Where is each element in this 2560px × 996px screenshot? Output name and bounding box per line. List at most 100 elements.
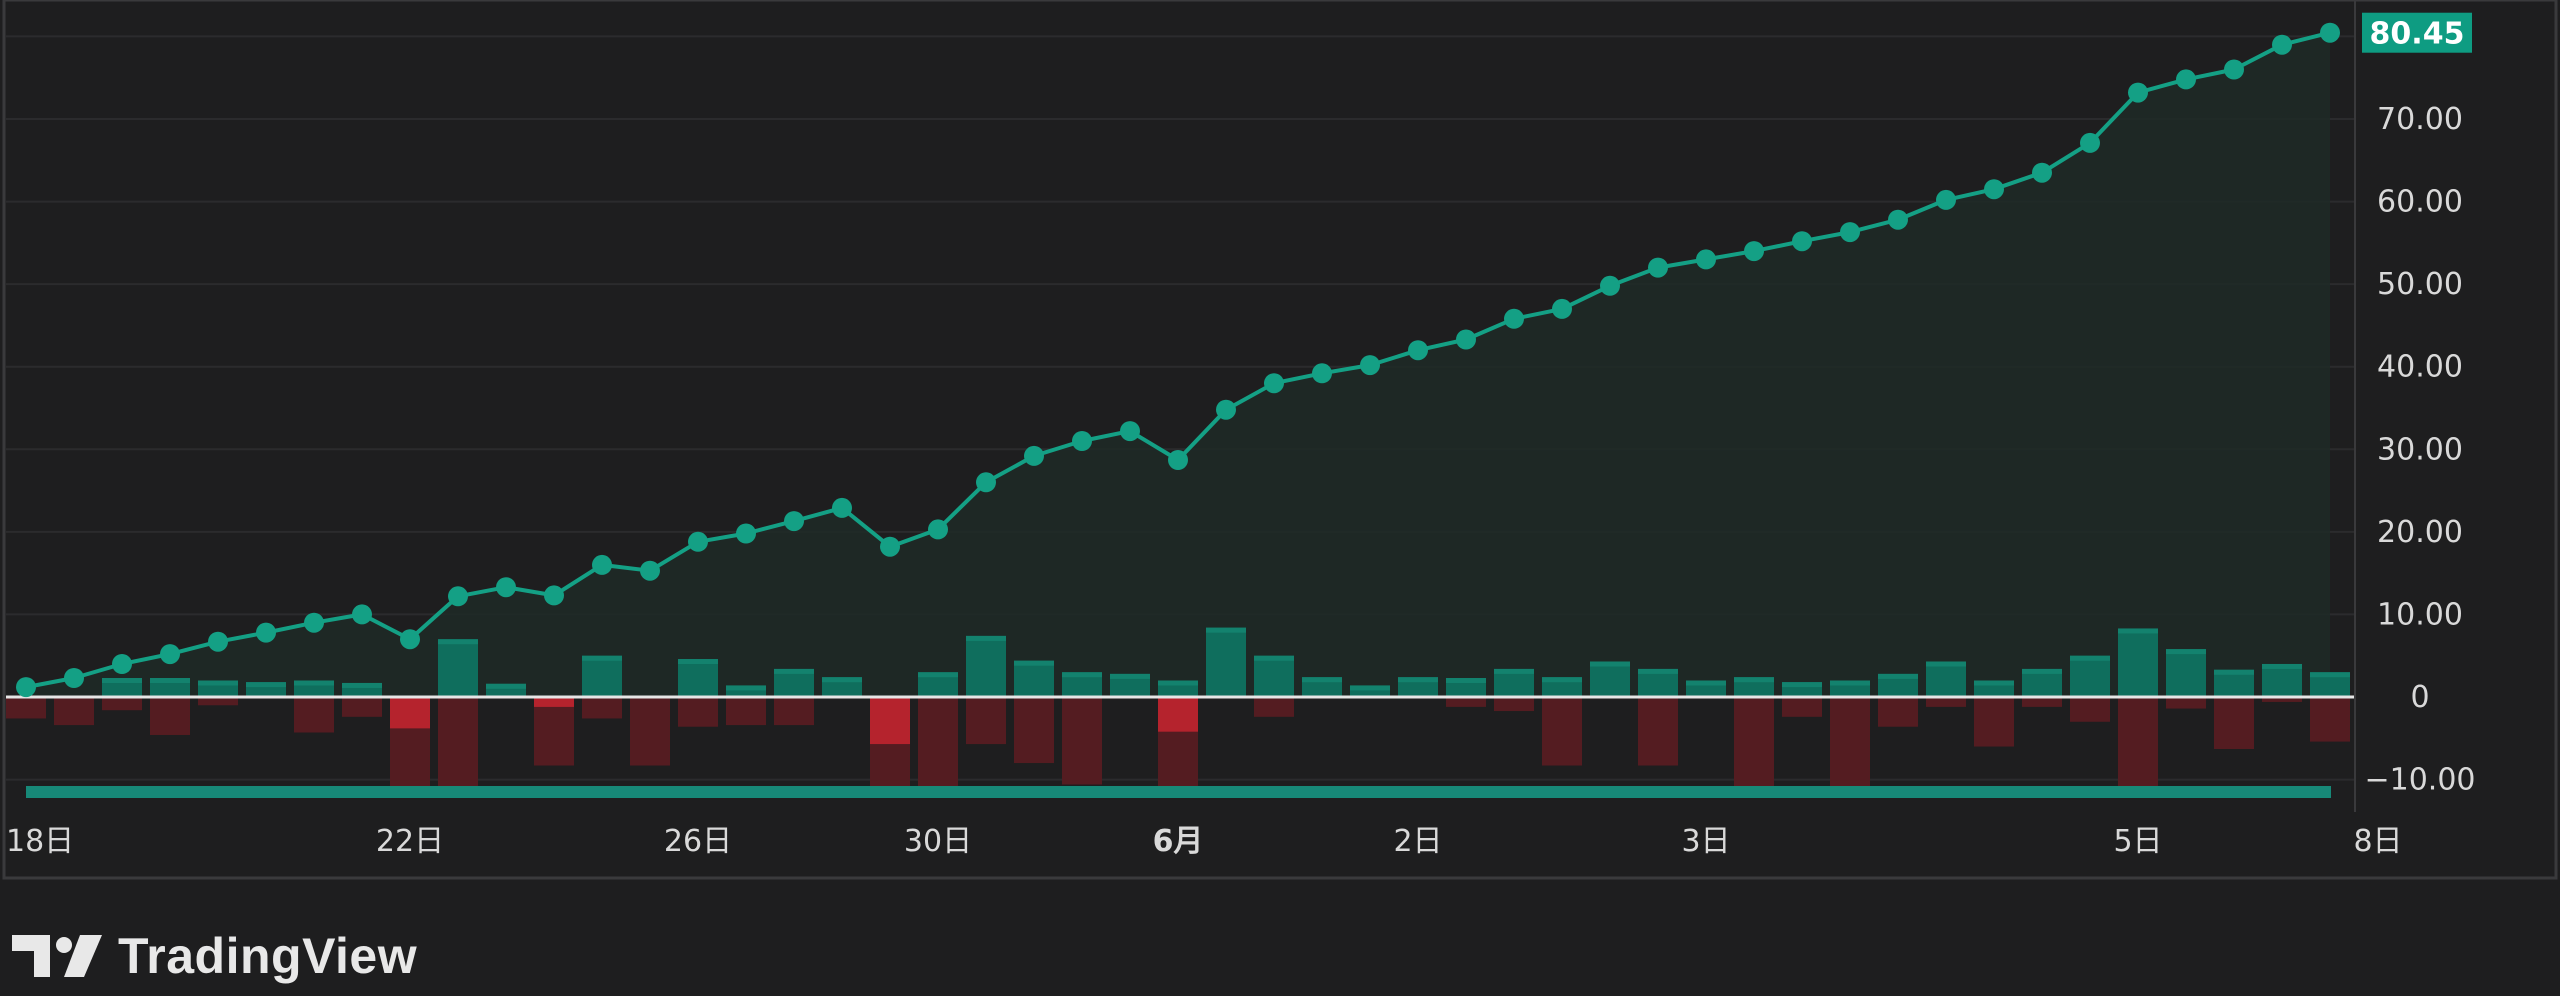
bar-positive bbox=[2118, 628, 2158, 697]
line-point bbox=[1168, 450, 1188, 470]
line-point bbox=[256, 622, 276, 643]
line-point bbox=[2320, 22, 2340, 43]
bar-positive bbox=[1014, 660, 1054, 697]
bar-positive-cap bbox=[438, 639, 478, 645]
bar-positive-cap bbox=[2214, 669, 2254, 675]
y-tick-label: −10.00 bbox=[2364, 763, 2475, 798]
bar-negative bbox=[582, 697, 622, 719]
bar-negative bbox=[1014, 697, 1054, 764]
line-point bbox=[352, 604, 372, 625]
y-tick-label: 0 bbox=[2410, 680, 2429, 715]
bar-negative bbox=[726, 697, 766, 726]
line-point bbox=[400, 629, 420, 650]
line-point bbox=[2080, 132, 2100, 153]
x-tick-label: 22日 bbox=[376, 824, 444, 859]
brand-name: TradingView bbox=[118, 928, 418, 984]
bar-positive bbox=[582, 655, 622, 697]
tradingview-logo-icon bbox=[12, 935, 102, 977]
x-tick-label: 26日 bbox=[664, 824, 732, 859]
bar-positive-cap bbox=[1542, 677, 1582, 683]
bar-negative bbox=[918, 697, 958, 797]
line-point bbox=[592, 554, 612, 575]
bar-positive-cap bbox=[1494, 668, 1534, 674]
last-value-badge: 80.45 bbox=[2362, 12, 2472, 53]
bar-positive bbox=[678, 659, 718, 697]
line-point bbox=[2224, 59, 2244, 80]
line-point bbox=[1360, 355, 1380, 376]
x-tick-label: 2日 bbox=[1393, 824, 1442, 859]
bar-positive-cap bbox=[1830, 680, 1870, 686]
line-point bbox=[1456, 329, 1476, 350]
bar-negative bbox=[1830, 697, 1870, 797]
bar-negative bbox=[534, 697, 574, 766]
line-point bbox=[112, 654, 132, 674]
bar-positive-cap bbox=[822, 677, 862, 683]
y-tick-label: 40.00 bbox=[2377, 350, 2463, 385]
y-tick-label: 50.00 bbox=[2377, 267, 2463, 302]
bar-negative bbox=[2070, 697, 2110, 722]
line-point bbox=[1936, 189, 1956, 210]
line-point bbox=[496, 577, 516, 598]
bar-positive-cap bbox=[1686, 680, 1726, 686]
line-point bbox=[1648, 257, 1668, 278]
bar-negative bbox=[2310, 697, 2350, 742]
bar-negative bbox=[2118, 697, 2158, 797]
line-point bbox=[880, 536, 900, 557]
bar-negative bbox=[774, 697, 814, 726]
line-point bbox=[2032, 162, 2052, 183]
tradingview-logo[interactable]: TradingView bbox=[12, 928, 417, 984]
bar-negative bbox=[2166, 697, 2206, 709]
bar-positive-cap bbox=[918, 672, 958, 678]
line-point bbox=[16, 677, 36, 698]
bar-positive-cap bbox=[1590, 661, 1630, 667]
bar-negative bbox=[1254, 697, 1294, 717]
bar-negative bbox=[1974, 697, 2014, 747]
line-point bbox=[832, 497, 852, 518]
bar-negative bbox=[1062, 697, 1102, 785]
y-tick-label: 10.00 bbox=[2377, 597, 2463, 632]
line-point bbox=[784, 511, 804, 532]
bar-positive-cap bbox=[1254, 655, 1294, 661]
bar-positive-cap bbox=[342, 682, 382, 688]
bar-positive-cap bbox=[726, 685, 766, 691]
x-tick-label: 8日 bbox=[2353, 824, 2402, 859]
bar-positive-cap bbox=[1302, 677, 1342, 683]
line-point bbox=[1312, 363, 1332, 384]
bar-positive-cap bbox=[1926, 661, 1966, 667]
bar-negative bbox=[1878, 697, 1918, 727]
line-point bbox=[1744, 241, 1764, 262]
bar-positive-cap bbox=[1206, 627, 1246, 633]
line-point bbox=[1888, 209, 1908, 230]
line-point bbox=[304, 612, 324, 633]
bar-positive-cap bbox=[1014, 660, 1054, 666]
x-tick-label: 18日 bbox=[6, 824, 74, 859]
line-point bbox=[736, 523, 756, 544]
line-point bbox=[1264, 373, 1284, 394]
y-tick-label: 60.00 bbox=[2377, 185, 2463, 220]
bar-positive-cap bbox=[1638, 668, 1678, 674]
line-point bbox=[1216, 399, 1236, 420]
line-point bbox=[544, 585, 564, 606]
bar-positive-cap bbox=[2310, 672, 2350, 678]
line-point bbox=[1120, 421, 1140, 442]
bar-positive-cap bbox=[774, 668, 814, 674]
bar-positive-cap bbox=[1446, 678, 1486, 684]
bar-positive-cap bbox=[2022, 668, 2062, 674]
bar-positive-cap bbox=[1398, 677, 1438, 683]
line-point bbox=[64, 668, 84, 688]
bar-negative bbox=[102, 697, 142, 711]
line-point bbox=[1024, 445, 1044, 466]
bar-positive-cap bbox=[1062, 672, 1102, 678]
line-point bbox=[1984, 179, 2004, 200]
bar-positive-cap bbox=[678, 659, 718, 665]
line-point bbox=[1072, 431, 1092, 451]
bar-positive-cap bbox=[2166, 649, 2206, 655]
line-point bbox=[1840, 222, 1860, 243]
line-point bbox=[208, 631, 228, 652]
y-tick-label: 30.00 bbox=[2377, 432, 2463, 467]
line-point bbox=[1504, 308, 1524, 329]
bar-negative bbox=[54, 697, 94, 726]
x-tick-label: 5日 bbox=[2113, 824, 2162, 859]
bar-positive-cap bbox=[102, 678, 142, 684]
chart-plot: 70.00 60.00 50.00 40.00 30.00 20.00 10.00 0 −10.… bbox=[0, 0, 2560, 996]
